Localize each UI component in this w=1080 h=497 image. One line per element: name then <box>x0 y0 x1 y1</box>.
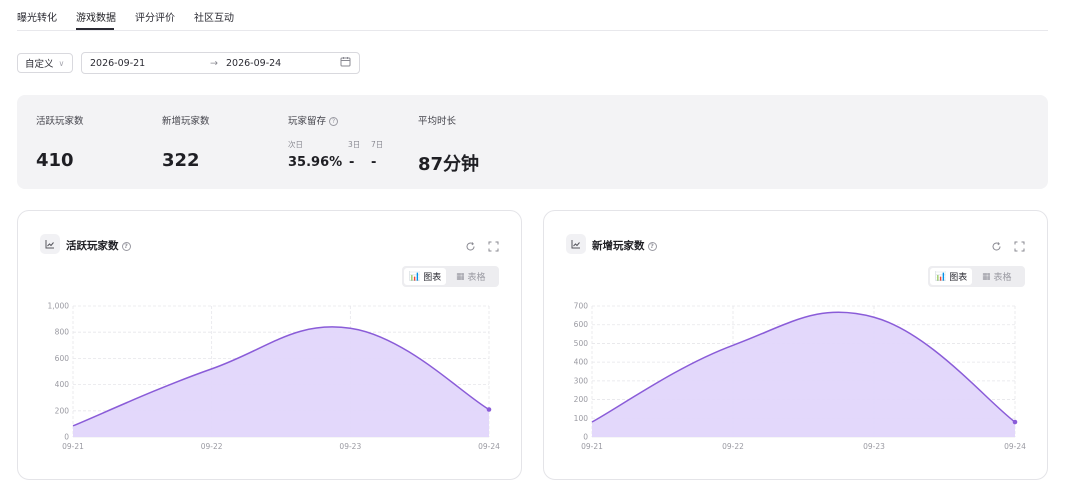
y-tick-label: 500 <box>574 339 589 348</box>
y-tick-label: 700 <box>574 302 589 311</box>
y-tick-label: 200 <box>574 395 589 404</box>
stats-panel: 活跃玩家数 410 新增玩家数 322 玩家留存? 次日 3日 7日 35.96… <box>17 95 1048 189</box>
x-tick-label: 09-22 <box>722 442 744 451</box>
range-arrow: → <box>210 58 218 69</box>
retention-label-wrap: 玩家留存? <box>288 113 339 127</box>
retention-d3-label: 3日 <box>348 140 361 149</box>
x-tick-label: 09-23 <box>339 442 361 451</box>
new-players-label: 新增玩家数 <box>162 116 210 127</box>
end-date[interactable]: 2026-09-24 <box>226 58 281 69</box>
y-tick-label: 100 <box>574 414 589 423</box>
retention-label: 玩家留存 <box>288 116 327 127</box>
retention-d1-label: 次日 <box>288 140 303 149</box>
avg-duration-label: 平均时长 <box>418 116 457 127</box>
y-tick-label: 300 <box>574 376 589 385</box>
new-players-value: 322 <box>162 150 200 171</box>
new-players-chart: 0 100 200 300 400 500 600 700 09-21 09-22 09-23 09-… <box>574 302 1026 452</box>
y-tick-label: 0 <box>583 433 588 442</box>
tab-community[interactable]: 社区互动 <box>194 9 234 24</box>
range-preset-select[interactable]: 自定义 ∨ <box>17 53 73 73</box>
retention-d7-value: - <box>371 155 377 170</box>
chevron-down-icon: ∨ <box>58 58 65 68</box>
y-tick-label: 600 <box>574 320 589 329</box>
tab-exposure-conversion[interactable]: 曝光转化 <box>17 9 57 24</box>
active-players-value: 410 <box>36 150 74 171</box>
data-point <box>486 407 492 412</box>
tab-ratings-reviews[interactable]: 评分评价 <box>135 9 175 24</box>
date-range-picker[interactable]: 2026-09-21 → 2026-09-24 <box>81 52 360 74</box>
y-tick-label: 400 <box>574 358 589 367</box>
y-tick-label: 200 <box>55 406 70 415</box>
retention-d7-label: 7日 <box>371 140 384 149</box>
tab-bar: 曝光转化 游戏数据 评分评价 社区互动 <box>17 0 1048 31</box>
active-players-label: 活跃玩家数 <box>36 116 84 127</box>
x-tick-label: 09-21 <box>581 442 603 451</box>
retention-d3-value: - <box>349 155 355 170</box>
data-point <box>1012 419 1018 425</box>
y-tick-label: 400 <box>55 380 70 389</box>
avg-duration-value: 87分钟 <box>418 154 480 175</box>
active-players-chart: 0 200 400 600 800 1,000 09-21 09-22 09-23 09-24 <box>48 302 501 452</box>
calendar-icon[interactable] <box>340 56 351 70</box>
y-tick-label: 0 <box>64 433 69 442</box>
new-players-card: 新增玩家数? 📊 图表 ▦ 表格 0 100 200 300 400 500 600 700 09-… <box>543 210 1048 480</box>
active-tab-indicator <box>76 28 114 30</box>
start-date[interactable]: 2026-09-21 <box>90 58 145 69</box>
range-preset-label: 自定义 <box>25 59 54 70</box>
series-area <box>592 312 1015 437</box>
help-icon[interactable]: ? <box>329 117 339 126</box>
x-tick-label: 09-21 <box>62 442 84 451</box>
series-area <box>73 326 489 437</box>
x-tick-label: 09-24 <box>478 442 500 451</box>
y-tick-label: 800 <box>55 328 70 337</box>
active-players-card: 活跃玩家数? 📊 图表 ▦ 表格 0 200 400 600 800 1,000 09-21 09… <box>17 210 522 480</box>
tab-game-data[interactable]: 游戏数据 <box>76 9 116 24</box>
x-tick-label: 09-24 <box>1004 442 1026 451</box>
x-tick-label: 09-23 <box>863 442 885 451</box>
x-tick-label: 09-22 <box>201 442 223 451</box>
y-tick-label: 1,000 <box>48 302 70 311</box>
y-tick-label: 600 <box>55 354 70 363</box>
retention-d1-value: 35.96% <box>288 155 343 170</box>
